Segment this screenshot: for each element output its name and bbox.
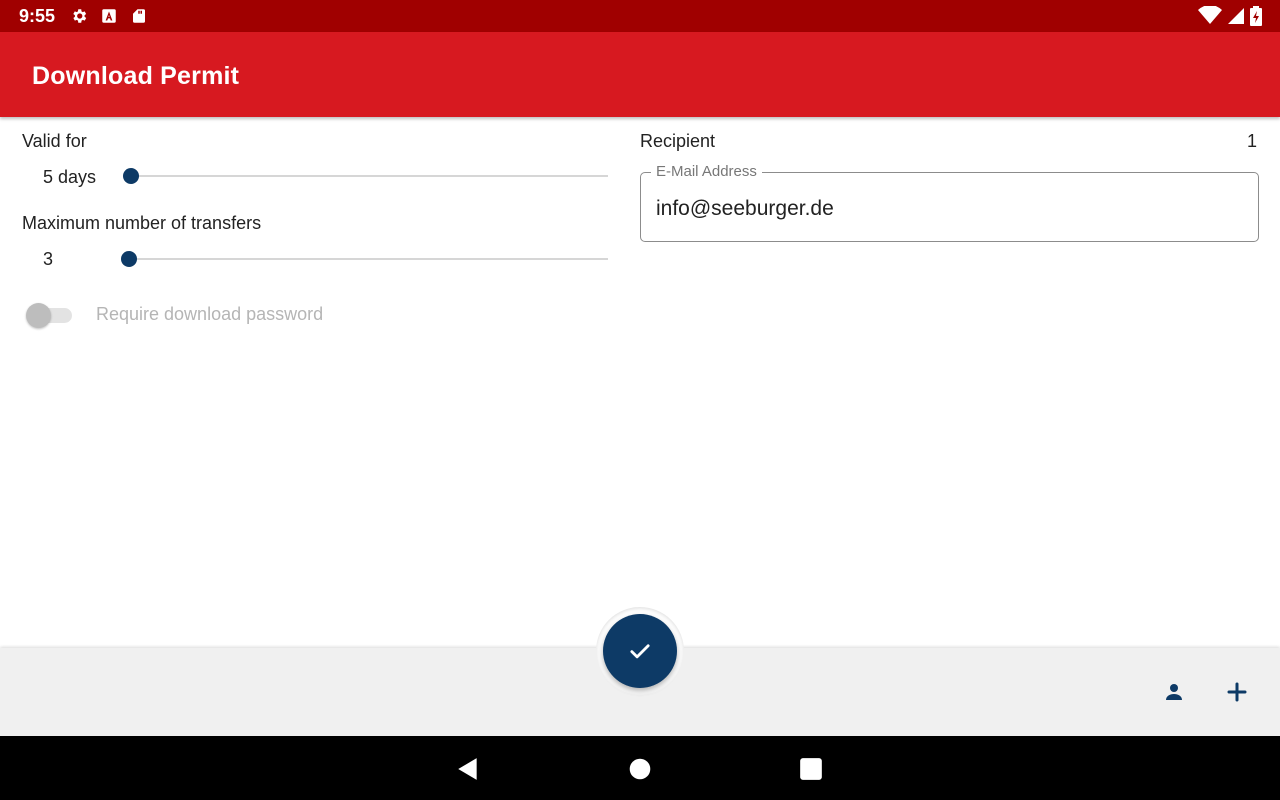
valid-for-slider[interactable] <box>131 175 608 177</box>
valid-for-label: Valid for <box>22 131 87 151</box>
person-icon[interactable] <box>1162 680 1186 704</box>
check-icon <box>630 644 650 659</box>
max-transfers-slider-thumb[interactable] <box>121 251 137 267</box>
toggle-knob <box>26 303 51 328</box>
add-icon[interactable] <box>1225 680 1249 704</box>
battery-icon <box>1250 6 1262 26</box>
valid-for-slider-thumb[interactable] <box>123 168 139 184</box>
back-icon[interactable] <box>455 756 481 782</box>
a-icon <box>102 9 116 23</box>
signal-icon <box>1228 8 1244 24</box>
wifi-icon <box>1198 6 1222 24</box>
gear-icon <box>73 9 87 23</box>
status-bar: 9:55 <box>0 0 1280 32</box>
recipient-count: 1 <box>1246 131 1257 151</box>
max-transfers-value: 3 <box>43 249 54 269</box>
password-toggle-label: Require download password <box>96 304 324 324</box>
max-transfers-label: Maximum number of transfers <box>22 213 262 233</box>
home-icon[interactable] <box>627 756 653 782</box>
email-field[interactable]: E-Mail Address <box>640 163 1259 242</box>
password-toggle[interactable] <box>26 303 72 328</box>
sd-card-icon <box>133 9 145 23</box>
app-bar: Download Permit <box>0 32 1280 117</box>
navigation-bar <box>0 736 1280 800</box>
confirm-button[interactable] <box>603 614 677 688</box>
recents-icon[interactable] <box>798 756 824 782</box>
max-transfers-slider[interactable] <box>129 258 608 260</box>
page-title: Download Permit <box>32 62 240 90</box>
email-field-label: E-Mail Address <box>651 163 762 180</box>
valid-for-value: 5 days <box>43 167 97 187</box>
email-input[interactable] <box>656 197 1236 221</box>
status-time: 9:55 <box>19 6 56 26</box>
recipient-label: Recipient <box>640 131 716 151</box>
